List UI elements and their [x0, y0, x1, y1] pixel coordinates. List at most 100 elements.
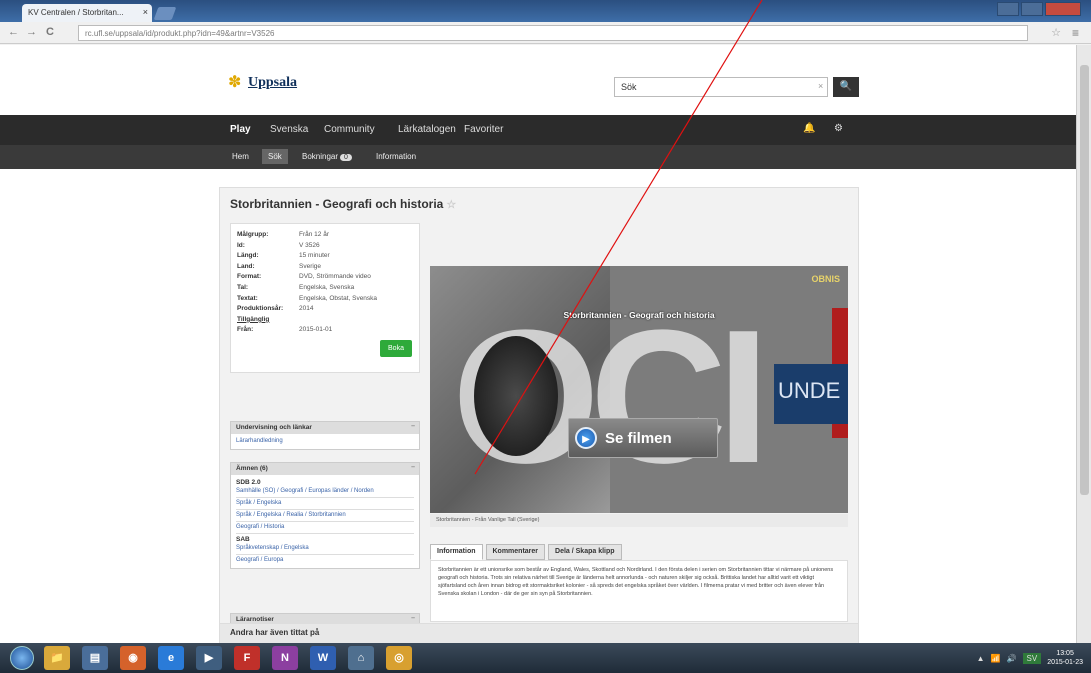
tab-close-icon[interactable]: ×: [143, 7, 148, 17]
search-button[interactable]: 🔍: [833, 77, 859, 97]
chrome-icon[interactable]: ◎: [386, 646, 412, 670]
favorite-star-icon[interactable]: ☆: [446, 199, 456, 211]
meta-key: Id:: [237, 241, 245, 249]
taskbar-icons: 📁 ▤ ◉ e ▶ F N W ⌂ ◎: [44, 646, 412, 670]
back-arrow-icon[interactable]: ←: [8, 26, 19, 38]
clock-time: 13:05: [1056, 650, 1074, 657]
search-input[interactable]: Sök: [614, 77, 828, 97]
collapse-icon[interactable]: –: [411, 464, 415, 471]
app-icon[interactable]: ▤: [82, 646, 108, 670]
tab-information[interactable]: Information: [430, 544, 483, 560]
nav-community[interactable]: Community: [324, 124, 375, 135]
resources-box: Undervisning och länkar – Lärarhandlednin…: [230, 421, 420, 450]
page-viewport: ✽ Uppsala Sök × 🔍 Play Svenska Community…: [0, 45, 1076, 643]
gear-icon[interactable]: ⚙: [834, 123, 843, 134]
product-title: Storbritannien - Geografi och historia: [230, 197, 444, 211]
start-button[interactable]: [10, 646, 34, 670]
play-button[interactable]: ▶ Se filmen: [568, 418, 718, 458]
browser-tab[interactable]: KV Centralen / Storbritan... ×: [22, 4, 152, 22]
browser-tab-title: KV Centralen / Storbritan...: [28, 8, 124, 17]
meta-key: Land:: [237, 262, 255, 270]
minimize-button[interactable]: [997, 2, 1019, 16]
internet-explorer-icon[interactable]: e: [158, 646, 184, 670]
resources-title: Undervisning och länkar: [236, 424, 312, 431]
window-controls: [997, 2, 1081, 16]
teacher-guide-link[interactable]: Lärarhandledning: [236, 437, 414, 446]
subject-link[interactable]: Samhälle (SO) / Geografi / Europas lände…: [236, 487, 414, 498]
subnav-info[interactable]: Information: [376, 152, 416, 161]
availability-link[interactable]: Tillgänglig: [237, 315, 269, 326]
tray-arrow-icon[interactable]: ▲: [977, 654, 985, 663]
browser-titlebar: KV Centralen / Storbritan... ×: [0, 0, 1091, 22]
tab-comments[interactable]: Kommentarer: [485, 544, 546, 560]
video-bg-blue-sign: UNDE: [774, 364, 848, 424]
page-scrollbar[interactable]: [1076, 45, 1091, 643]
bookmark-star-icon[interactable]: ☆: [1051, 26, 1061, 39]
browser-menu-icon[interactable]: ≡: [1072, 26, 1079, 40]
video-player[interactable]: OCI UNDE OBNIS Storbritannien - Geografi…: [430, 266, 848, 513]
network-icon[interactable]: 📶: [991, 654, 1001, 663]
media-player-icon[interactable]: ▶: [196, 646, 222, 670]
meta-key: Längd:: [237, 252, 259, 260]
subject-link[interactable]: Språk / Engelska / Realia / Storbritanni…: [236, 511, 414, 522]
volume-icon[interactable]: 🔊: [1007, 654, 1017, 663]
onenote-icon[interactable]: N: [272, 646, 298, 670]
word-icon[interactable]: W: [310, 646, 336, 670]
collapse-icon[interactable]: –: [411, 615, 415, 622]
resources-header[interactable]: Undervisning och länkar –: [231, 422, 419, 434]
site-logo[interactable]: ✽ Uppsala: [228, 75, 297, 91]
subnav-bookings[interactable]: Bokningar 0: [302, 152, 352, 161]
adobe-icon[interactable]: F: [234, 646, 260, 670]
info-tabs: Information Kommentarer Dela / Skapa kli…: [430, 544, 622, 560]
window-close-button[interactable]: [1045, 2, 1081, 16]
subject-link[interactable]: Geografi / Europa: [236, 556, 414, 565]
nav-larkatalogen[interactable]: Lärkatalogen: [398, 124, 456, 135]
book-button[interactable]: Boka: [380, 340, 412, 357]
meta-value: 2015-01-01: [299, 326, 333, 334]
browser-toolbar: ← → C rc.ufl.se/uppsala/id/produkt.php?i…: [0, 22, 1091, 44]
subjects-header[interactable]: Ämnen (6) –: [231, 463, 419, 475]
browser-window: KV Centralen / Storbritan... × ← → C rc.…: [0, 0, 1091, 643]
resources-body: Lärarhandledning: [231, 434, 419, 449]
bell-icon[interactable]: 🔔: [803, 123, 815, 134]
maximize-button[interactable]: [1021, 2, 1043, 16]
meta-row: Längd: 15 minuter: [237, 251, 413, 262]
collapse-icon[interactable]: –: [411, 423, 415, 430]
tab-share-clip[interactable]: Dela / Skapa klipp: [548, 544, 622, 560]
channel-logo: OBNIS: [811, 274, 840, 284]
meta-value: Från 12 år: [299, 231, 329, 238]
firefox-icon[interactable]: ◉: [120, 646, 146, 670]
subjects-box: Ämnen (6) – SDB 2.0 Samhälle (SO) / Geogr…: [230, 462, 420, 569]
meta-value: 2014: [299, 305, 314, 313]
video-caption: Storbritannien - Från Vanlige Tall (Sver…: [430, 514, 848, 527]
subject-link[interactable]: Språk / Engelska: [236, 499, 414, 510]
meta-row: Textat: Engelska, Obstat, Svenska: [237, 294, 413, 305]
subject-link[interactable]: Geografi / Historia: [236, 523, 414, 534]
bookings-count-badge: 0: [340, 154, 352, 161]
nav-play[interactable]: Play: [230, 124, 251, 135]
scrollbar-thumb[interactable]: [1080, 65, 1089, 495]
nav-favoriter[interactable]: Favoriter: [464, 124, 503, 135]
meta-key: Tal:: [237, 283, 249, 291]
new-tab-button[interactable]: [153, 7, 177, 20]
meta-value: Engelska, Obstat, Svenska: [299, 294, 378, 302]
clock[interactable]: 13:05 2015-01-23: [1047, 649, 1083, 667]
nav-svenska[interactable]: Svenska: [270, 124, 308, 135]
meta-key: Format:: [237, 273, 262, 281]
meta-row: Format: DVD, Strömmande video: [237, 272, 413, 283]
subnav-search[interactable]: Sök: [262, 149, 288, 164]
subject-link[interactable]: Språkvetenskap / Engelska: [236, 544, 414, 555]
meta-row: Från: 2015-01-01: [237, 325, 413, 336]
address-bar[interactable]: rc.ufl.se/uppsala/id/produkt.php?idn=49&…: [78, 25, 1028, 41]
product-meta: Målgrupp: Från 12 år Id: V 3526 Längd: 15 m…: [230, 223, 420, 373]
reload-icon[interactable]: C: [46, 26, 54, 38]
page-title: Storbritannien - Geografi och historia ☆: [230, 197, 456, 211]
network-app-icon[interactable]: ⌂: [348, 646, 374, 670]
explorer-icon[interactable]: 📁: [44, 646, 70, 670]
search-clear-icon[interactable]: ×: [818, 81, 823, 91]
forward-arrow-icon[interactable]: →: [26, 26, 37, 38]
system-tray: ▲ 📶 🔊 SV 13:05 2015-01-23: [977, 649, 1083, 667]
product-description: Storbritannien är ett unionsrike som bes…: [430, 560, 848, 622]
subnav-home[interactable]: Hem: [232, 152, 249, 161]
language-indicator[interactable]: SV: [1022, 652, 1042, 664]
